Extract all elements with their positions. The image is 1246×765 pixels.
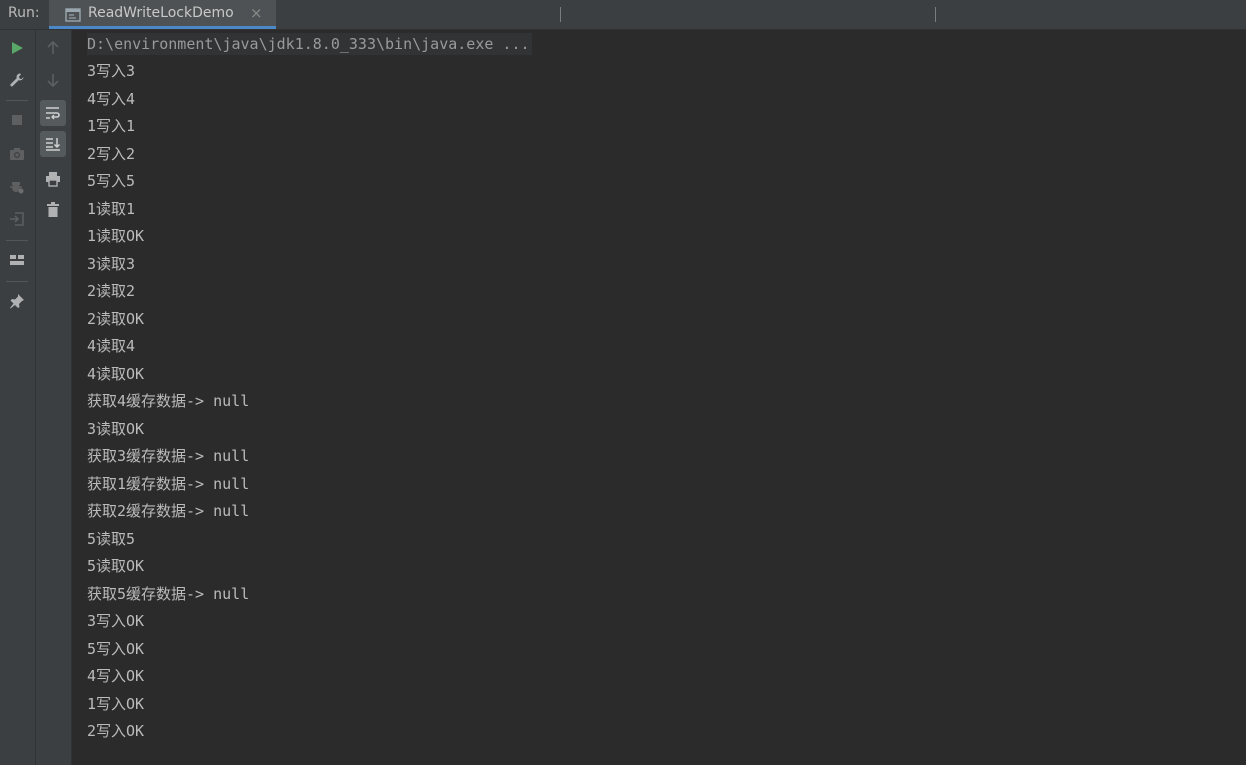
console-line: 获取4缓存数据-> null bbox=[87, 392, 250, 410]
tab-divider bbox=[935, 7, 936, 22]
tab-active-indicator bbox=[49, 26, 276, 29]
stop-icon[interactable] bbox=[4, 107, 30, 133]
arrow-down-icon[interactable] bbox=[40, 67, 66, 93]
console-line: 1写入OK bbox=[87, 694, 145, 713]
run-icon[interactable] bbox=[4, 35, 30, 61]
console-line: 4读取4 bbox=[87, 337, 136, 355]
console-line: 获取5缓存数据-> null bbox=[87, 584, 250, 603]
console-line: 5读取5 bbox=[87, 529, 136, 548]
console-line: 获取2缓存数据-> null bbox=[87, 502, 250, 520]
toolbar-divider bbox=[6, 281, 28, 282]
console-line: 3读取3 bbox=[87, 254, 136, 273]
tab-divider bbox=[560, 7, 561, 22]
console-line: 5写入5 bbox=[87, 172, 136, 190]
command-line: D:\environment\java\jdk1.8.0_333\bin\jav… bbox=[87, 33, 532, 55]
console-line: 4写入OK bbox=[87, 667, 145, 685]
console-line: 1读取OK bbox=[87, 227, 145, 245]
console-line: 2写入2 bbox=[87, 144, 136, 163]
arrow-up-icon[interactable] bbox=[40, 35, 66, 61]
run-actions-toolbar bbox=[0, 30, 36, 765]
scroll-to-end-icon[interactable] bbox=[40, 131, 66, 157]
console-line: 获取3缓存数据-> null bbox=[87, 447, 250, 465]
console-line: 3写入OK bbox=[87, 612, 145, 630]
console-line: 3写入3 bbox=[87, 62, 136, 80]
pin-icon[interactable] bbox=[4, 288, 30, 314]
camera-icon[interactable] bbox=[4, 141, 30, 167]
debug-settings-icon[interactable] bbox=[4, 174, 30, 200]
run-label: Run: bbox=[8, 5, 40, 21]
console-line: 5写入OK bbox=[87, 639, 145, 658]
console-line: 5读取OK bbox=[87, 557, 145, 575]
toolbar-divider bbox=[6, 100, 28, 101]
console-line: 2读取OK bbox=[87, 309, 145, 328]
console-icon bbox=[65, 7, 81, 22]
console-line: 获取1缓存数据-> null bbox=[87, 474, 250, 493]
console-line: 3读取OK bbox=[87, 419, 145, 438]
wrench-icon[interactable] bbox=[4, 67, 30, 93]
print-icon[interactable] bbox=[40, 166, 66, 192]
console-line: 1读取1 bbox=[87, 199, 136, 218]
layout-icon[interactable] bbox=[4, 247, 30, 273]
login-icon[interactable] bbox=[4, 206, 30, 232]
tab-readwritelockdemo[interactable]: ReadWriteLockDemo × bbox=[49, 0, 276, 29]
console-line: 2写入OK bbox=[87, 722, 145, 740]
console-line: 4写入4 bbox=[87, 89, 136, 108]
tab-title: ReadWriteLockDemo bbox=[88, 5, 234, 21]
console-actions-toolbar bbox=[36, 30, 72, 765]
console-output[interactable]: D:\environment\java\jdk1.8.0_333\bin\jav… bbox=[72, 30, 1246, 765]
trash-icon[interactable] bbox=[40, 197, 66, 223]
close-icon[interactable]: × bbox=[250, 4, 263, 22]
soft-wrap-icon[interactable] bbox=[40, 100, 66, 126]
console-line: 1写入1 bbox=[87, 117, 136, 135]
console-line: 4读取OK bbox=[87, 364, 145, 383]
run-tab-bar: Run: ReadWriteLockDemo × bbox=[0, 0, 1246, 30]
toolbar-divider bbox=[6, 240, 28, 241]
console-line: 2读取2 bbox=[87, 282, 136, 300]
